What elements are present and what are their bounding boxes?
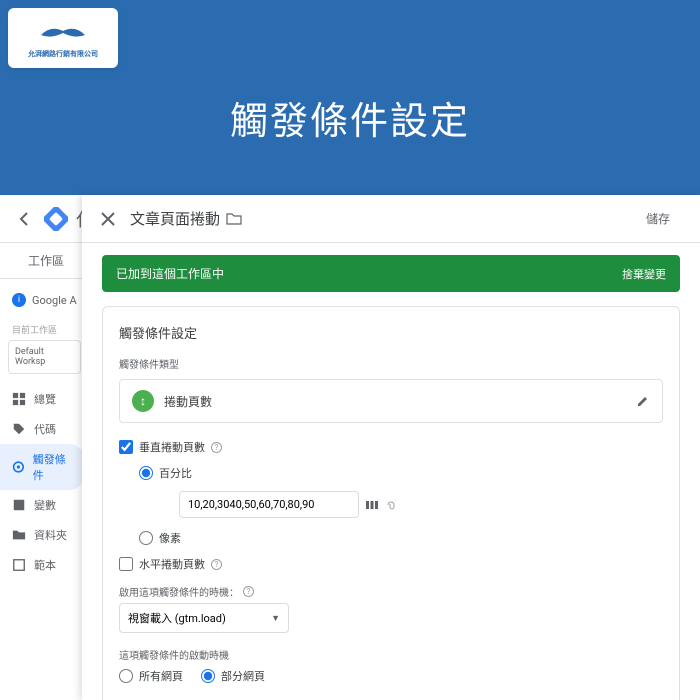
target-icon bbox=[12, 460, 25, 474]
tab-workspace[interactable]: 工作區 bbox=[16, 243, 76, 278]
variable-icon[interactable] bbox=[365, 498, 379, 512]
nav-triggers[interactable]: 觸發條件 bbox=[0, 444, 85, 490]
save-button[interactable]: 儲存 bbox=[632, 204, 684, 233]
percent-radio-row: 百分比 bbox=[139, 465, 663, 481]
sidebar-nav: 總覽 代碼 觸發條件 變數 資料夾 範本 bbox=[0, 384, 89, 580]
percent-radio[interactable] bbox=[139, 466, 153, 480]
gtm-logo-icon bbox=[44, 207, 68, 231]
chevron-down-icon: ▼ bbox=[271, 613, 280, 624]
tag-icon bbox=[12, 422, 26, 436]
all-pages-radio-row: 所有網頁 bbox=[119, 668, 183, 684]
config-title: 觸發條件設定 bbox=[119, 323, 663, 342]
nav-folders[interactable]: 資料夾 bbox=[0, 520, 89, 550]
folder-icon[interactable] bbox=[226, 211, 242, 227]
modal-header: 文章頁面捲動 儲存 bbox=[82, 195, 700, 243]
nav-overview[interactable]: 總覽 bbox=[0, 384, 89, 414]
discard-changes-button[interactable]: 捨棄變更 bbox=[622, 266, 666, 282]
vertical-scroll-label: 垂直捲動頁數 bbox=[139, 439, 205, 455]
horizontal-scroll-checkbox-row: 水平捲動頁數 ? bbox=[119, 556, 663, 572]
nav-templates[interactable]: 範本 bbox=[0, 550, 89, 580]
modal-body: 已加到這個工作區中 捨棄變更 觸發條件設定 觸發條件類型 ↕ 捲動頁數 垂直捲動… bbox=[82, 243, 700, 700]
scroll-type-icon: ↕ bbox=[132, 390, 154, 412]
trigger-name[interactable]: 文章頁面捲動 bbox=[130, 208, 220, 229]
pixels-radio[interactable] bbox=[139, 531, 153, 545]
type-label: 觸發條件類型 bbox=[119, 356, 663, 371]
eagle-logo-icon bbox=[39, 17, 87, 47]
account-row[interactable]: i Google A bbox=[0, 287, 89, 313]
hero-banner: 允湃網路行銷有限公司 觸發條件設定 bbox=[0, 0, 700, 195]
some-pages-label: 部分網頁 bbox=[221, 668, 265, 684]
percent-input-row bbox=[179, 491, 663, 518]
attach-icon[interactable] bbox=[385, 499, 397, 511]
gtm-sidebar: i Google A 目前工作區 Default Worksp 總覽 代碼 觸發… bbox=[0, 279, 90, 700]
horizontal-scroll-label: 水平捲動頁數 bbox=[139, 556, 205, 572]
all-pages-radio[interactable] bbox=[119, 669, 133, 683]
edit-icon[interactable] bbox=[636, 394, 650, 408]
banner-text: 已加到這個工作區中 bbox=[116, 265, 224, 282]
percent-label: 百分比 bbox=[159, 465, 192, 481]
enable-when-dropdown[interactable]: 視窗載入 (gtm.load) ▼ bbox=[119, 603, 289, 633]
nav-variables[interactable]: 變數 bbox=[0, 490, 89, 520]
some-pages-radio[interactable] bbox=[201, 669, 215, 683]
trigger-type-value: 捲動頁數 bbox=[164, 393, 626, 410]
workspace-label: 目前工作區 bbox=[0, 313, 89, 340]
back-arrow-icon[interactable] bbox=[12, 207, 36, 231]
dashboard-icon bbox=[12, 392, 26, 406]
vertical-scroll-checkbox-row: 垂直捲動頁數 ? bbox=[119, 439, 663, 455]
account-name: Google A bbox=[32, 294, 77, 307]
nav-tags[interactable]: 代碼 bbox=[0, 414, 89, 444]
percent-values-input[interactable] bbox=[179, 491, 359, 518]
folder-nav-icon bbox=[12, 528, 26, 542]
trigger-when-radios: 所有網頁 部分網頁 bbox=[119, 668, 663, 694]
close-icon[interactable] bbox=[98, 209, 118, 229]
workspace-banner: 已加到這個工作區中 捨棄變更 bbox=[102, 255, 680, 292]
horizontal-scroll-checkbox[interactable] bbox=[119, 557, 133, 571]
info-dot-icon: i bbox=[12, 293, 26, 307]
enable-when-value: 視窗載入 (gtm.load) bbox=[128, 610, 226, 626]
cube-icon bbox=[12, 498, 26, 512]
help-icon[interactable]: ? bbox=[211, 442, 222, 453]
workspace-selector[interactable]: Default Worksp bbox=[8, 340, 81, 374]
company-name: 允湃網路行銷有限公司 bbox=[28, 49, 98, 59]
vertical-scroll-checkbox[interactable] bbox=[119, 440, 133, 454]
trigger-when-label: 這項觸發條件的啟動時機 bbox=[119, 647, 663, 662]
help-icon[interactable]: ? bbox=[243, 586, 254, 597]
pixels-radio-row: 像素 bbox=[139, 530, 663, 546]
help-icon[interactable]: ? bbox=[211, 559, 222, 570]
modal-title-row: 文章頁面捲動 bbox=[130, 208, 632, 229]
all-pages-label: 所有網頁 bbox=[139, 668, 183, 684]
enable-when-label: 啟用這項觸發條件的時機： ? bbox=[119, 584, 663, 599]
trigger-type-selector[interactable]: ↕ 捲動頁數 bbox=[119, 379, 663, 423]
trigger-config-card: 觸發條件設定 觸發條件類型 ↕ 捲動頁數 垂直捲動頁數 ? 百分比 bbox=[102, 306, 680, 700]
company-logo-badge: 允湃網路行銷有限公司 bbox=[8, 8, 118, 68]
some-pages-radio-row: 部分網頁 bbox=[201, 668, 265, 684]
template-icon bbox=[12, 558, 26, 572]
pixels-label: 像素 bbox=[159, 530, 181, 546]
trigger-config-modal: 文章頁面捲動 儲存 已加到這個工作區中 捨棄變更 觸發條件設定 觸發條件類型 ↕… bbox=[82, 195, 700, 700]
